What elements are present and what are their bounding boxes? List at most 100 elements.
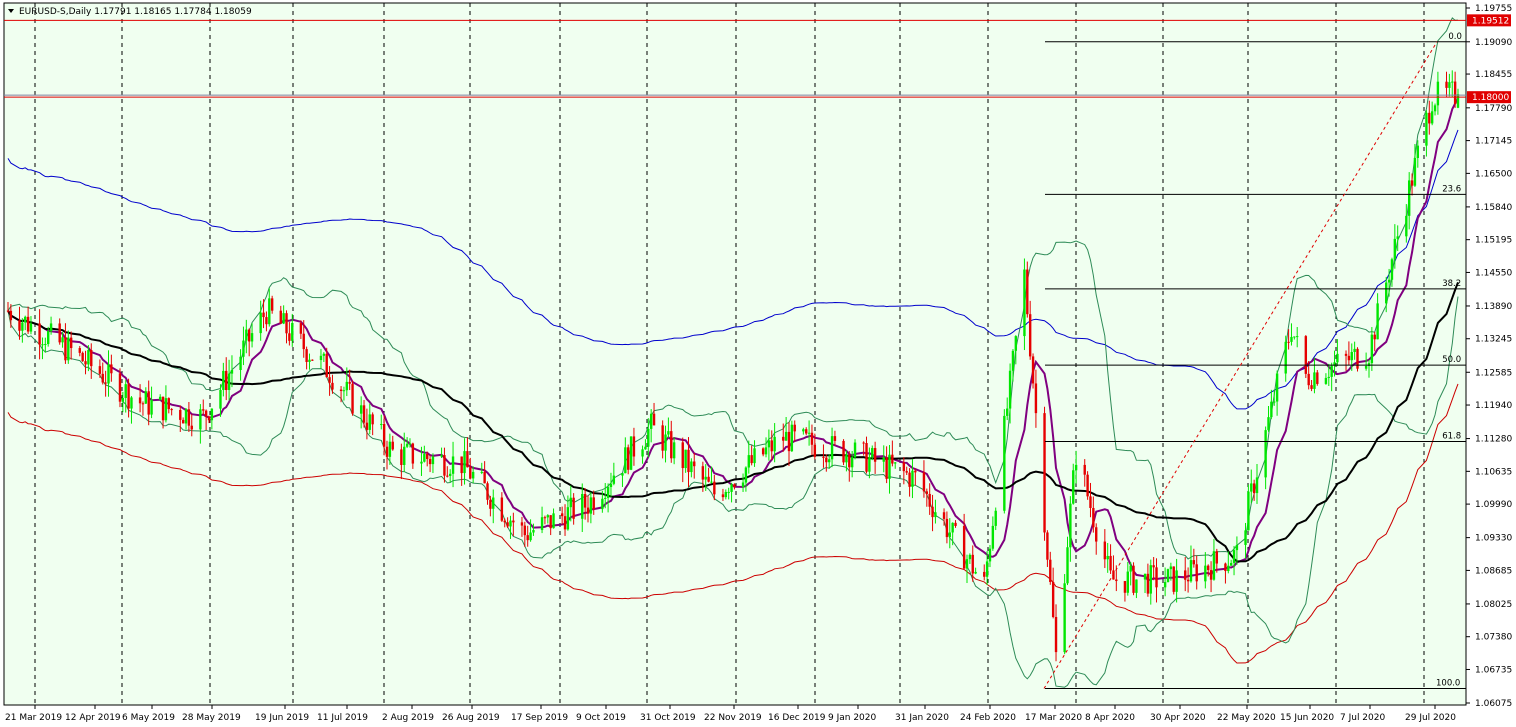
candle-body [1451, 81, 1454, 83]
time-tick-label: 8 Apr 2020 [1085, 713, 1135, 723]
price-chart[interactable]: 1.19755 1.19090 1.18455 1.17790 1.17145 1.165… [0, 0, 1516, 727]
candle-body [305, 349, 308, 362]
candle-body [311, 359, 314, 361]
candle-body [78, 348, 81, 353]
candle-body [632, 436, 636, 457]
candle-body [466, 451, 469, 468]
candle-body [1135, 579, 1138, 593]
candle-body [1224, 563, 1227, 572]
resistance-price-tag-text: 1.19512 [1472, 16, 1509, 26]
candle-body [322, 353, 326, 356]
candle-body [951, 522, 954, 533]
candle-body [543, 517, 547, 519]
chart-window[interactable]: 1.19755 1.19090 1.18455 1.17790 1.17145 1.165… [0, 0, 1516, 727]
candle-body [873, 448, 877, 462]
candle-body [681, 442, 684, 469]
candle-body [161, 396, 165, 421]
candle-body [150, 399, 153, 415]
candle-body [1209, 570, 1213, 580]
candle-body [351, 383, 354, 414]
candle-body [1126, 571, 1130, 593]
candle-body [985, 561, 989, 577]
candle-body [130, 397, 133, 409]
candle [629, 436, 633, 471]
candle-body [1293, 336, 1296, 338]
candle-body [460, 456, 463, 474]
candle-body [1290, 336, 1293, 342]
candle-body [1324, 377, 1328, 384]
candle-body [104, 382, 107, 384]
candle-body [325, 353, 328, 378]
candle-body [26, 316, 30, 332]
candle-body [523, 525, 527, 536]
candle-body [540, 517, 544, 531]
candle-body [1103, 541, 1107, 560]
candle-body [1227, 565, 1230, 572]
candle-body [741, 482, 745, 487]
candle-body [988, 548, 992, 562]
candle-body [1132, 565, 1135, 593]
candle-body [202, 409, 205, 411]
fib-level-label: 50.0 [1442, 355, 1461, 365]
candle-body [842, 440, 845, 463]
candle-body [784, 431, 788, 441]
candle-body [962, 525, 966, 569]
candle-body [1023, 269, 1026, 337]
candle [1086, 471, 1089, 500]
current-price-tag-text: 1.18000 [1472, 93, 1509, 103]
candle-body [885, 457, 888, 479]
candle-body [733, 484, 736, 487]
candle-body [282, 313, 285, 324]
candle-body [268, 298, 271, 325]
candle-body [1430, 111, 1434, 124]
candle-body [87, 350, 90, 365]
candle-body [179, 409, 182, 420]
candle-body [652, 413, 656, 426]
candle-body [707, 476, 710, 482]
time-tick-label: 15 Jun 2020 [1280, 713, 1334, 723]
candle-body [147, 391, 150, 415]
time-tick-label: 31 Oct 2019 [640, 713, 696, 723]
time-tick-label: 16 Dec 2019 [768, 713, 826, 723]
candle-body [184, 409, 188, 424]
candle-body [604, 497, 607, 499]
candle-body [24, 316, 27, 323]
candle-body [1356, 348, 1359, 369]
time-tick-label: 31 Jan 2020 [895, 713, 949, 723]
candle-body [1273, 401, 1276, 403]
candle-body [925, 491, 929, 494]
candle-body [744, 467, 748, 483]
candle-body [684, 449, 687, 469]
candle-body [609, 483, 613, 488]
candle-body [61, 337, 64, 343]
candle-body [583, 493, 587, 508]
candle-body [1453, 81, 1457, 104]
chart-title: EURUSD-S,Daily 1.17791 1.18165 1.17784 1… [8, 7, 252, 17]
candle-body [641, 449, 644, 457]
candle [1063, 574, 1066, 655]
candle-body [411, 443, 415, 464]
candle-body [830, 436, 834, 460]
candle-body [158, 396, 162, 400]
candle-body [934, 512, 937, 518]
time-tick-label: 22 May 2020 [1217, 713, 1276, 723]
fib-level-label: 23.6 [1442, 184, 1461, 194]
candle-body [1252, 483, 1256, 494]
candle-body [1267, 417, 1270, 431]
candle-body [1011, 350, 1015, 371]
candle-body [110, 364, 113, 374]
time-tick-label: 2 Aug 2019 [382, 713, 434, 723]
candle-body [1049, 559, 1052, 582]
candle-body [750, 455, 753, 464]
candle-body [480, 471, 483, 473]
candle-body [948, 532, 951, 538]
time-tick-label: 29 Jul 2020 [1405, 713, 1456, 723]
candle-body [1095, 527, 1098, 542]
candle-body [911, 470, 914, 487]
candle-body [764, 447, 768, 455]
price-tick-label: 1.13890 [1475, 302, 1512, 312]
candle-body [440, 455, 443, 457]
candle-body [167, 398, 170, 410]
candle-body [428, 459, 432, 465]
candle-body [408, 443, 412, 445]
